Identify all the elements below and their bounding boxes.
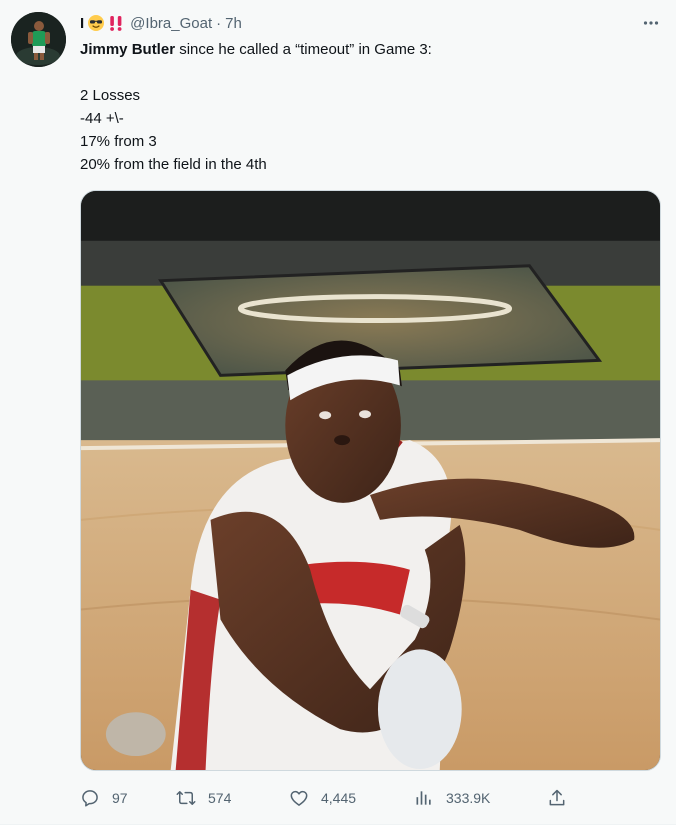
- tweet-intro-rest: since he called a “timeout” in Game 3:: [175, 41, 432, 58]
- basketball-photo: [81, 191, 660, 770]
- tweet-text-intro: Jimmy Butler since he called a “timeout”…: [80, 38, 660, 61]
- stat-line-losses: 2 Losses: [80, 87, 141, 104]
- reply-count: 97: [112, 790, 128, 806]
- avatar[interactable]: [11, 12, 66, 67]
- more-icon: [643, 21, 659, 25]
- separator-dot: ·: [216, 14, 222, 32]
- reply-icon: [82, 790, 98, 807]
- smiling-face-with-sunglasses-icon: [87, 14, 105, 32]
- retweet-icon: [176, 791, 196, 805]
- tweet-header: I @Ibra_Goat · 7h: [80, 12, 242, 34]
- like-count: 4,445: [321, 790, 357, 806]
- stat-line-fourth-qtr: 20% from the field in the 4th: [80, 156, 267, 173]
- stat-line-plus-minus: -44 +\-: [80, 110, 124, 127]
- stat-line-three-pct: 17% from 3: [80, 133, 157, 150]
- views-button[interactable]: 333.9K: [414, 784, 490, 812]
- tweet-text: Jimmy Butler since he called a “timeout”…: [80, 38, 660, 176]
- avatar-image: [11, 12, 66, 67]
- tweet-mention: Jimmy Butler: [80, 41, 176, 58]
- views-count: 333.9K: [446, 790, 491, 806]
- reply-button[interactable]: 97: [80, 784, 128, 812]
- heart-icon: [290, 790, 308, 806]
- double-exclamation-icon: [107, 14, 125, 32]
- tweet-card[interactable]: I @Ibra_Goat · 7h Jimmy Butler since he …: [0, 0, 676, 825]
- share-button[interactable]: [547, 784, 567, 812]
- retweet-count: 574: [208, 790, 232, 806]
- like-button[interactable]: 4,445: [289, 784, 356, 812]
- tweet-actions-bar: 97 574 4,445 333.9K: [80, 784, 580, 812]
- line-break: [80, 61, 660, 84]
- retweet-button[interactable]: 574: [176, 784, 231, 812]
- author-display-name[interactable]: I: [80, 15, 84, 32]
- more-options-button[interactable]: [640, 12, 662, 34]
- analytics-icon: [416, 791, 431, 805]
- author-handle[interactable]: @Ibra_Goat: [130, 15, 212, 32]
- tweet-timestamp[interactable]: 7h: [225, 15, 242, 32]
- share-icon: [549, 789, 565, 806]
- tweet-media-image[interactable]: [80, 190, 661, 771]
